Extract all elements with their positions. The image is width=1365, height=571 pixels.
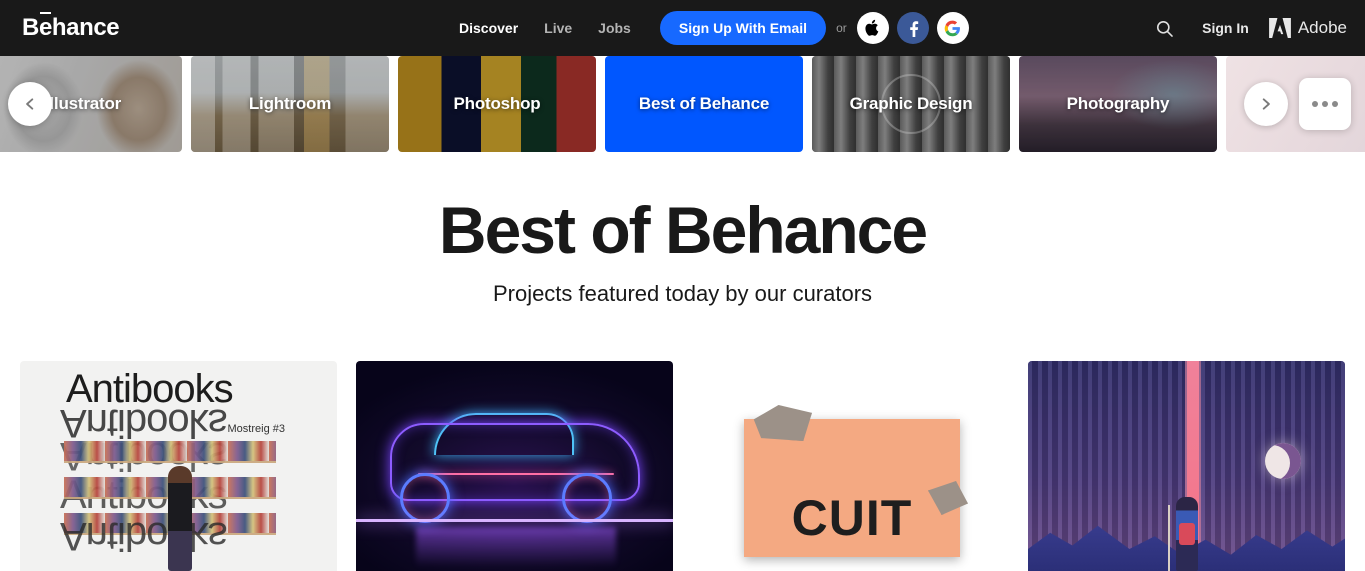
ellipsis-dot-icon [1322,101,1328,107]
sign-in-link[interactable]: Sign In [1188,20,1263,36]
project-overlay-title: CUIT [791,490,913,547]
site-header: Behance Discover Live Jobs Sign Up With … [0,0,1365,56]
category-card-best-of-behance[interactable]: Best of Behance [605,56,803,152]
shelf-decoration [64,441,276,463]
chevron-left-icon [26,98,34,110]
social-signup-row [856,12,969,44]
person-figure [168,466,192,571]
project-thumbnail: CUIT [692,361,1009,571]
search-icon [1157,20,1173,37]
project-grid: Antibooks Antibooks Antibooks Antibooks … [20,361,1345,571]
project-card-neon-car[interactable] [356,361,673,571]
primary-nav: Discover Live Jobs Sign Up With Email or [446,0,969,56]
car-wheel [562,473,612,523]
page-title: Best of Behance [438,193,928,267]
google-icon [944,20,961,36]
carousel-track: Illustrator Lightroom Photoshop Best of … [0,56,1365,152]
crescent-moon-icon [1265,443,1301,479]
behance-logo[interactable]: Behance [22,12,120,41]
page-subtitle: Projects featured today by our curators [492,281,873,307]
project-thumbnail: Antibooks Antibooks Antibooks Antibooks … [20,361,337,571]
apple-icon [865,19,879,36]
chevron-right-icon [1262,98,1270,110]
or-separator-label: or [836,21,847,35]
nav-link-jobs[interactable]: Jobs [585,20,644,36]
category-card-graphic-design[interactable]: Graphic Design [812,56,1010,152]
project-overlay-subtitle: Mostreig #3 [227,423,285,435]
hiker-backpack [1178,523,1195,545]
adobe-logo-icon [1268,18,1291,38]
project-thumbnail [1028,361,1345,571]
nav-link-discover[interactable]: Discover [446,20,531,36]
project-card-curtain-moon[interactable] [1028,361,1345,571]
ellipsis-dot-icon [1312,101,1318,107]
apple-signin-button[interactable] [856,12,889,44]
logo-macron-e: e [38,12,52,41]
facebook-signin-button[interactable] [896,12,929,44]
nav-link-live[interactable]: Live [531,20,585,36]
facebook-icon [909,21,918,37]
category-label: Best of Behance [638,94,770,113]
project-card-antibooks[interactable]: Antibooks Antibooks Antibooks Antibooks … [20,361,337,571]
category-card-photography[interactable]: Photography [1019,56,1217,152]
category-card-lightroom[interactable]: Lightroom [191,56,389,152]
cuit-card-plate: CUIT [744,419,960,557]
project-thumbnail [356,361,673,571]
signup-with-email-button[interactable]: Sign Up With Email [659,11,827,45]
hiker-staff [1167,505,1170,571]
category-card-photoshop[interactable]: Photoshop [398,56,596,152]
category-label: Illustrator [44,94,122,113]
car-reflection [416,527,616,567]
search-button[interactable] [1141,19,1188,38]
ellipsis-dot-icon [1332,101,1338,107]
car-wheel [400,473,450,523]
category-label: Photoshop [453,94,541,113]
adobe-link[interactable]: Adobe [1263,18,1347,38]
carousel-next-button[interactable] [1244,82,1288,126]
page-heading-block: Best of Behance Projects featured today … [0,152,1365,307]
ground-light [356,519,673,522]
category-label: Lightroom [248,94,332,113]
google-signin-button[interactable] [936,12,969,44]
category-label: Photography [1066,94,1170,113]
category-label: Graphic Design [849,94,973,113]
header-right-actions: Sign In Adobe [1141,0,1347,56]
project-overlay-echo: Antibooks [60,514,227,558]
category-carousel: Illustrator Lightroom Photoshop Best of … [0,56,1365,152]
carousel-more-button[interactable] [1299,78,1351,130]
carousel-prev-button[interactable] [8,82,52,126]
project-card-cuit[interactable]: CUIT [692,361,1009,571]
adobe-label: Adobe [1297,18,1347,37]
